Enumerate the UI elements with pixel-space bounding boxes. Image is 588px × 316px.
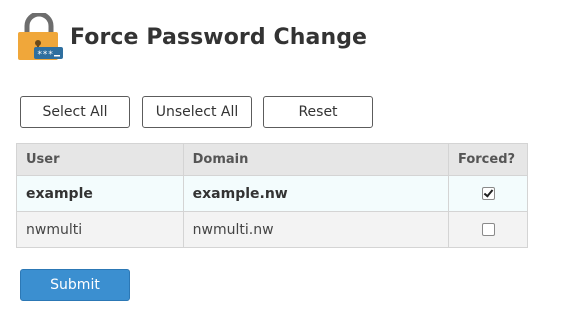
table-row: nwmulti nwmulti.nw: [16, 211, 529, 248]
padlock-password-icon: ***: [17, 11, 63, 61]
users-table: User Domain Forced? example example.nw n…: [16, 143, 529, 248]
unselect-all-button[interactable]: Unselect All: [142, 96, 252, 128]
column-header-domain: Domain: [182, 143, 449, 176]
submit-button[interactable]: Submit: [20, 269, 130, 301]
cell-forced: [447, 211, 529, 248]
table-row: example example.nw: [16, 175, 529, 212]
column-header-user: User: [16, 143, 184, 176]
force-password-change-page: *** Force Password Change Select All Uns…: [0, 0, 588, 316]
page-header: *** Force Password Change: [17, 11, 368, 62]
cell-domain: nwmulti.nw: [182, 211, 449, 248]
cell-domain: example.nw: [182, 175, 449, 212]
forced-checkbox[interactable]: [482, 223, 496, 236]
cell-user: example: [16, 175, 184, 212]
cell-forced: [447, 175, 529, 212]
reset-button[interactable]: Reset: [263, 96, 373, 128]
forced-checkbox[interactable]: [482, 187, 496, 200]
lock-icon-text: ***: [37, 50, 53, 60]
page-title: Force Password Change: [70, 24, 368, 50]
select-all-button[interactable]: Select All: [20, 96, 130, 128]
cell-user: nwmulti: [16, 211, 184, 248]
column-header-forced: Forced?: [447, 143, 529, 176]
table-header-row: User Domain Forced?: [16, 143, 529, 176]
